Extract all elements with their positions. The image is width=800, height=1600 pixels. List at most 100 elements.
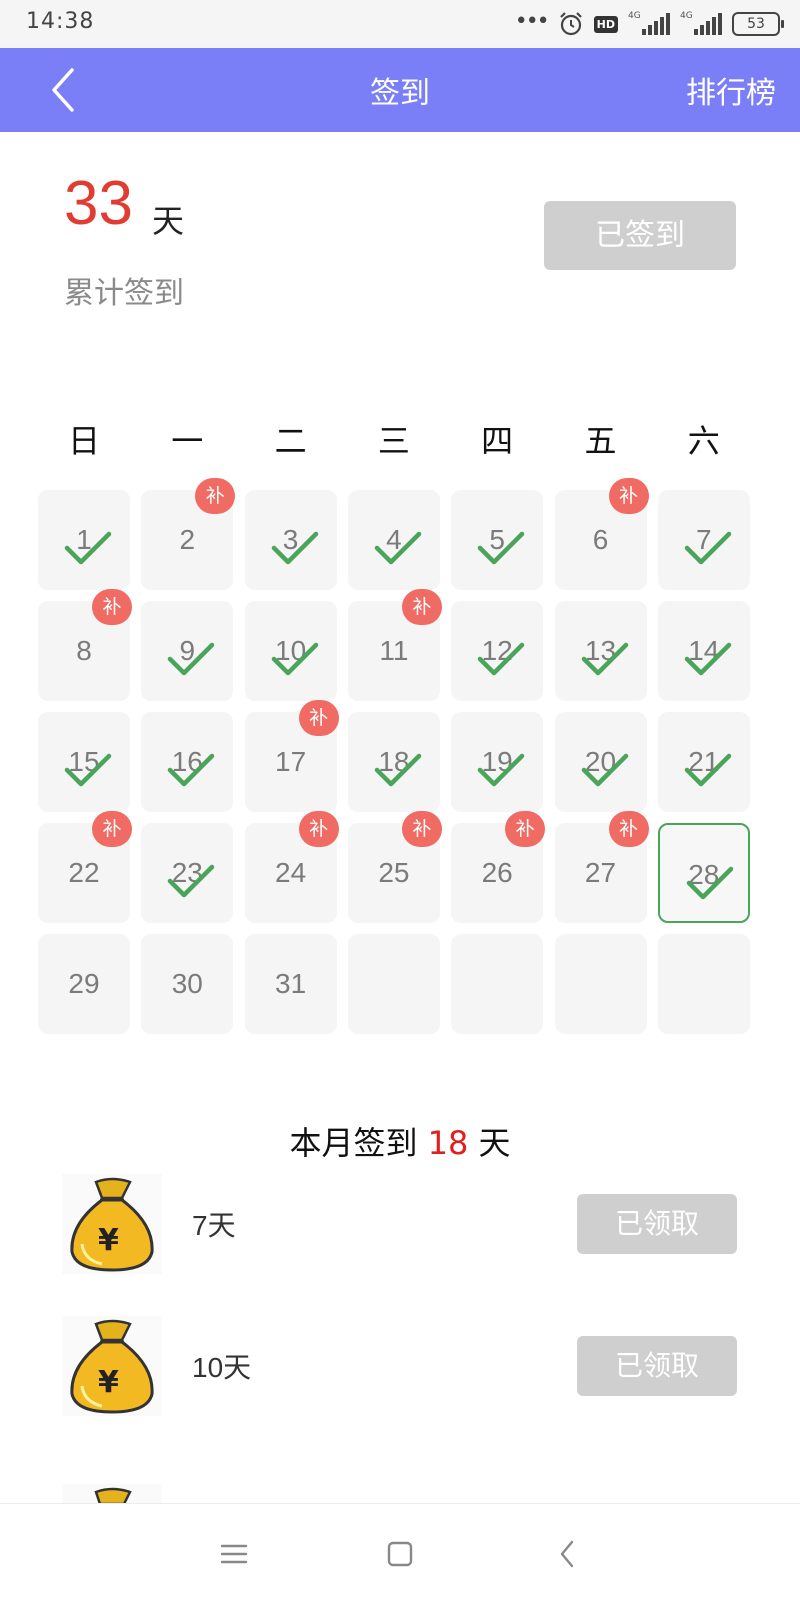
calendar-day-27[interactable]: 27 补 <box>554 811 649 923</box>
money-bag-icon <box>62 1484 162 1504</box>
calendar-day-25[interactable]: 25 补 <box>347 811 442 923</box>
leaderboard-link[interactable]: 排行榜 <box>686 68 776 112</box>
calendar-day-29[interactable]: 29 <box>38 934 130 1034</box>
calendar-day-3[interactable]: 3 <box>244 490 337 590</box>
network-label: 4G <box>628 11 641 21</box>
calendar-day-4[interactable]: 4 <box>347 490 440 590</box>
calendar-day-30[interactable]: 30 <box>141 934 234 1034</box>
checkmark-icon <box>684 753 732 787</box>
calendar-day-7[interactable]: 7 <box>657 490 750 590</box>
calendar-day-number: 8 <box>76 635 92 666</box>
total-days-unit: 天 <box>152 202 185 240</box>
checkmark-icon <box>374 753 422 787</box>
month-summary-suffix: 天 <box>478 1124 511 1162</box>
back-icon[interactable] <box>546 1532 590 1576</box>
calendar-grid: 1 2 补 3 4 5 6 补 7 8 补 9 10 11 补 12 13 14 15 16 17 补 18 19 20 21 22… <box>38 478 763 1050</box>
calendar-day-number: 31 <box>275 968 307 999</box>
calendar-day-number: 25 <box>378 857 410 888</box>
total-days-label: 累计签到 <box>64 276 184 311</box>
signed-in-button[interactable]: 已签到 <box>544 201 736 270</box>
calendar-day-12[interactable]: 12 <box>451 601 544 701</box>
home-icon[interactable] <box>378 1532 422 1576</box>
calendar-day-15[interactable]: 15 <box>38 712 130 812</box>
calendar-day-20[interactable]: 20 <box>554 712 647 812</box>
makeup-badge[interactable]: 补 <box>92 589 132 625</box>
calendar-day-10[interactable]: 10 <box>244 601 337 701</box>
calendar-day-9[interactable]: 9 <box>141 601 234 701</box>
calendar-day-11[interactable]: 11 补 <box>347 589 442 701</box>
checkmark-icon <box>168 642 215 676</box>
makeup-badge[interactable]: 补 <box>401 811 442 847</box>
month-summary-count: 18 <box>427 1124 469 1162</box>
month-summary: 本月签到 18 天 <box>0 1118 800 1164</box>
calendar-day-number: 27 <box>584 857 617 888</box>
reward-days-label: 7天 <box>192 1210 236 1241</box>
claimed-button[interactable]: 已领取 <box>577 1336 737 1396</box>
checkmark-icon <box>374 531 422 565</box>
calendar-day-28[interactable]: 28 <box>657 823 750 923</box>
calendar-day-18[interactable]: 18 <box>347 712 440 812</box>
makeup-badge[interactable]: 补 <box>195 478 236 514</box>
calendar-empty-cell <box>451 934 544 1034</box>
makeup-badge[interactable]: 补 <box>608 811 649 847</box>
checkmark-icon <box>64 531 112 565</box>
makeup-badge[interactable]: 补 <box>298 700 339 736</box>
checkmark-icon <box>271 531 318 565</box>
checkmark-icon <box>477 753 525 787</box>
calendar-day-22[interactable]: 22 补 <box>38 811 132 923</box>
calendar-day-number: 29 <box>68 968 100 999</box>
calendar-day-17[interactable]: 17 补 <box>244 700 339 812</box>
checkmark-icon <box>684 642 732 676</box>
more-icon: ••• <box>514 9 550 34</box>
calendar-day-24[interactable]: 24 补 <box>244 811 339 923</box>
calendar-day-number: 2 <box>179 524 196 555</box>
calendar-day-number: 30 <box>171 968 203 999</box>
makeup-badge[interactable]: 补 <box>401 589 442 625</box>
calendar-day-8[interactable]: 8补 <box>38 589 132 701</box>
status-bar: 14:38 ••• HD 4G 4G 53 <box>0 0 800 48</box>
calendar-day-21[interactable]: 21 <box>657 712 750 812</box>
calendar-day-14[interactable]: 14 <box>657 601 750 701</box>
calendar-day-31[interactable]: 31 <box>244 934 337 1034</box>
checkmark-icon <box>684 531 732 565</box>
calendar-day-2[interactable]: 2补 <box>141 478 236 590</box>
reward-row: ¥ 7天 已领取 <box>0 1174 800 1274</box>
svg-text:¥: ¥ <box>98 1365 119 1400</box>
calendar-day-16[interactable]: 16 <box>141 712 234 812</box>
weekday-label: 二 <box>274 422 307 460</box>
status-time: 14:38 <box>26 9 95 34</box>
status-icons: ••• HD 4G 4G 53 <box>514 9 784 38</box>
weekday-label: 一 <box>171 422 204 460</box>
nav-bar: 签到 排行榜 <box>0 48 800 132</box>
calendar-day-6[interactable]: 6补 <box>554 478 649 590</box>
reward-row: ¥ 10天 已领取 <box>0 1316 800 1416</box>
checkmark-icon <box>686 866 734 900</box>
calendar-day-number: 26 <box>481 857 513 888</box>
svg-text:¥: ¥ <box>98 1223 119 1258</box>
makeup-badge[interactable]: 补 <box>92 811 132 847</box>
checkmark-icon <box>581 753 628 787</box>
calendar-day-19[interactable]: 19 <box>451 712 544 812</box>
calendar-day-23[interactable]: 23 <box>141 823 234 923</box>
calendar-empty-cell <box>657 934 750 1034</box>
alarm-icon <box>559 12 582 36</box>
calendar-day-26[interactable]: 26 补 <box>451 811 546 923</box>
weekday-label: 四 <box>481 422 514 460</box>
claimed-button[interactable]: 已领取 <box>577 1194 737 1254</box>
checkmark-icon <box>581 642 628 676</box>
page-title: 签到 <box>370 76 430 111</box>
signal-icon: 4G <box>680 11 722 35</box>
menu-icon[interactable] <box>212 1532 256 1576</box>
makeup-badge[interactable]: 补 <box>298 811 339 847</box>
sign-in-page: 14:38 ••• HD 4G 4G 53 签到 排行榜 33 天 累计签到 已… <box>0 0 800 1600</box>
weekday-label: 六 <box>687 422 720 460</box>
reward-days-label: 10天 <box>192 1352 252 1383</box>
calendar-day-13[interactable]: 13 <box>554 601 647 701</box>
calendar-day-1[interactable]: 1 <box>38 490 130 590</box>
checkmark-icon <box>168 864 215 898</box>
makeup-badge[interactable]: 补 <box>505 811 546 847</box>
makeup-badge[interactable]: 补 <box>608 478 649 514</box>
signal-icon: 4G <box>628 11 670 35</box>
checkmark-icon <box>477 531 525 565</box>
calendar-day-5[interactable]: 5 <box>451 490 544 590</box>
